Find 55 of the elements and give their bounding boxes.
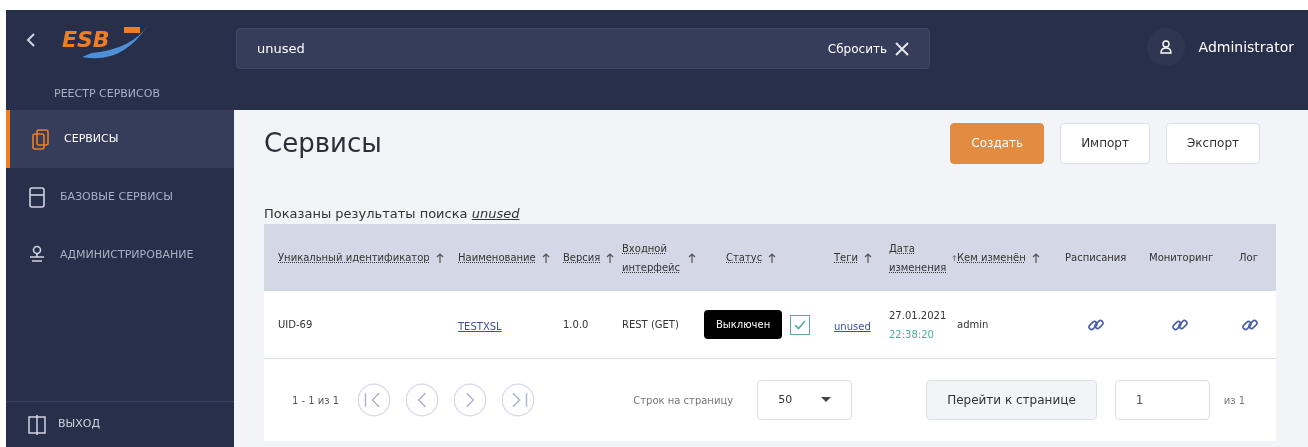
table-cell-text: UID-69: [278, 318, 314, 332]
search-field[interactable]: unused Сбросить: [236, 28, 930, 69]
service-link[interactable]: TESTXSL: [458, 320, 502, 332]
sidebar-item[interactable]: АДМИНИСТРИРОВАНИЕ: [6, 226, 234, 284]
page-number-field[interactable]: 1: [1114, 380, 1210, 420]
column-header: Расписания: [1065, 251, 1127, 265]
column-header[interactable]: Уникальный идентификатор: [278, 248, 430, 267]
sort-arrow-icon[interactable]: [606, 252, 615, 263]
column-header[interactable]: Версия: [563, 248, 601, 267]
page-title: Сервисы: [264, 126, 382, 160]
page-range: 1 - 1 из 1: [292, 393, 340, 408]
app-subtitle: РЕЕСТР СЕРВИСОВ: [53, 86, 161, 102]
table-cell-text: 1.0.0: [563, 318, 590, 332]
page-total: из 1: [1223, 393, 1246, 408]
rows-per-page-select[interactable]: 50: [757, 380, 853, 420]
time-text: 22:38:20: [889, 327, 935, 342]
documents-icon: [32, 128, 50, 150]
logout-link[interactable]: ВЫХОД: [58, 416, 101, 433]
caret-icon: [821, 397, 832, 403]
go-to-page-button[interactable]: Перейти к странице: [926, 380, 1097, 420]
sidebar-item[interactable]: СЕРВИСЫ: [6, 110, 234, 168]
status-badge: Выключен: [704, 310, 783, 339]
date-text: 27.01.2021: [889, 308, 948, 323]
checkbox[interactable]: [790, 314, 811, 335]
user-icon: [1159, 40, 1172, 54]
sort-arrow-icon[interactable]: [1031, 252, 1040, 263]
close-icon[interactable]: [895, 41, 909, 56]
back-chevron-icon[interactable]: [26, 32, 36, 48]
sort-arrow-icon[interactable]: [435, 252, 444, 263]
page-action-button[interactable]: Импорт: [1060, 122, 1150, 164]
sort-arrow-icon[interactable]: [952, 252, 957, 263]
sort-arrow-icon[interactable]: [768, 252, 777, 263]
column-header[interactable]: Теги: [834, 248, 858, 267]
column-header: Лог: [1239, 251, 1258, 265]
rows-per-page-label: Строк на страницу: [633, 393, 734, 408]
page-action-button[interactable]: Экспорт: [1165, 122, 1260, 164]
column-header[interactable]: Статус: [726, 248, 763, 267]
reset-button[interactable]: Сбросить: [827, 39, 887, 58]
column-header[interactable]: Дата изменения: [889, 238, 947, 277]
user-name[interactable]: Administrator: [1198, 36, 1294, 58]
column-header[interactable]: Наименование: [458, 248, 536, 267]
tag-link[interactable]: unused: [834, 320, 871, 332]
door-icon[interactable]: [28, 413, 46, 436]
user-avatar[interactable]: [1146, 28, 1185, 66]
box-icon: [28, 186, 46, 208]
checkmark-icon: [794, 319, 807, 330]
sort-arrow-icon[interactable]: [541, 252, 550, 263]
column-header[interactable]: Кем изменён: [957, 248, 1026, 267]
table-cell-text: admin: [957, 318, 990, 332]
search-results-note: Показаны результаты поиска unused: [264, 205, 521, 223]
sidebar-item[interactable]: БАЗОВЫЕ СЕРВИСЫ: [6, 168, 234, 226]
sort-arrow-icon[interactable]: [688, 252, 696, 263]
sort-arrow-icon[interactable]: [864, 252, 872, 263]
column-header[interactable]: Входной интерфейс: [622, 238, 682, 277]
column-header: Мониторинг: [1149, 251, 1214, 265]
